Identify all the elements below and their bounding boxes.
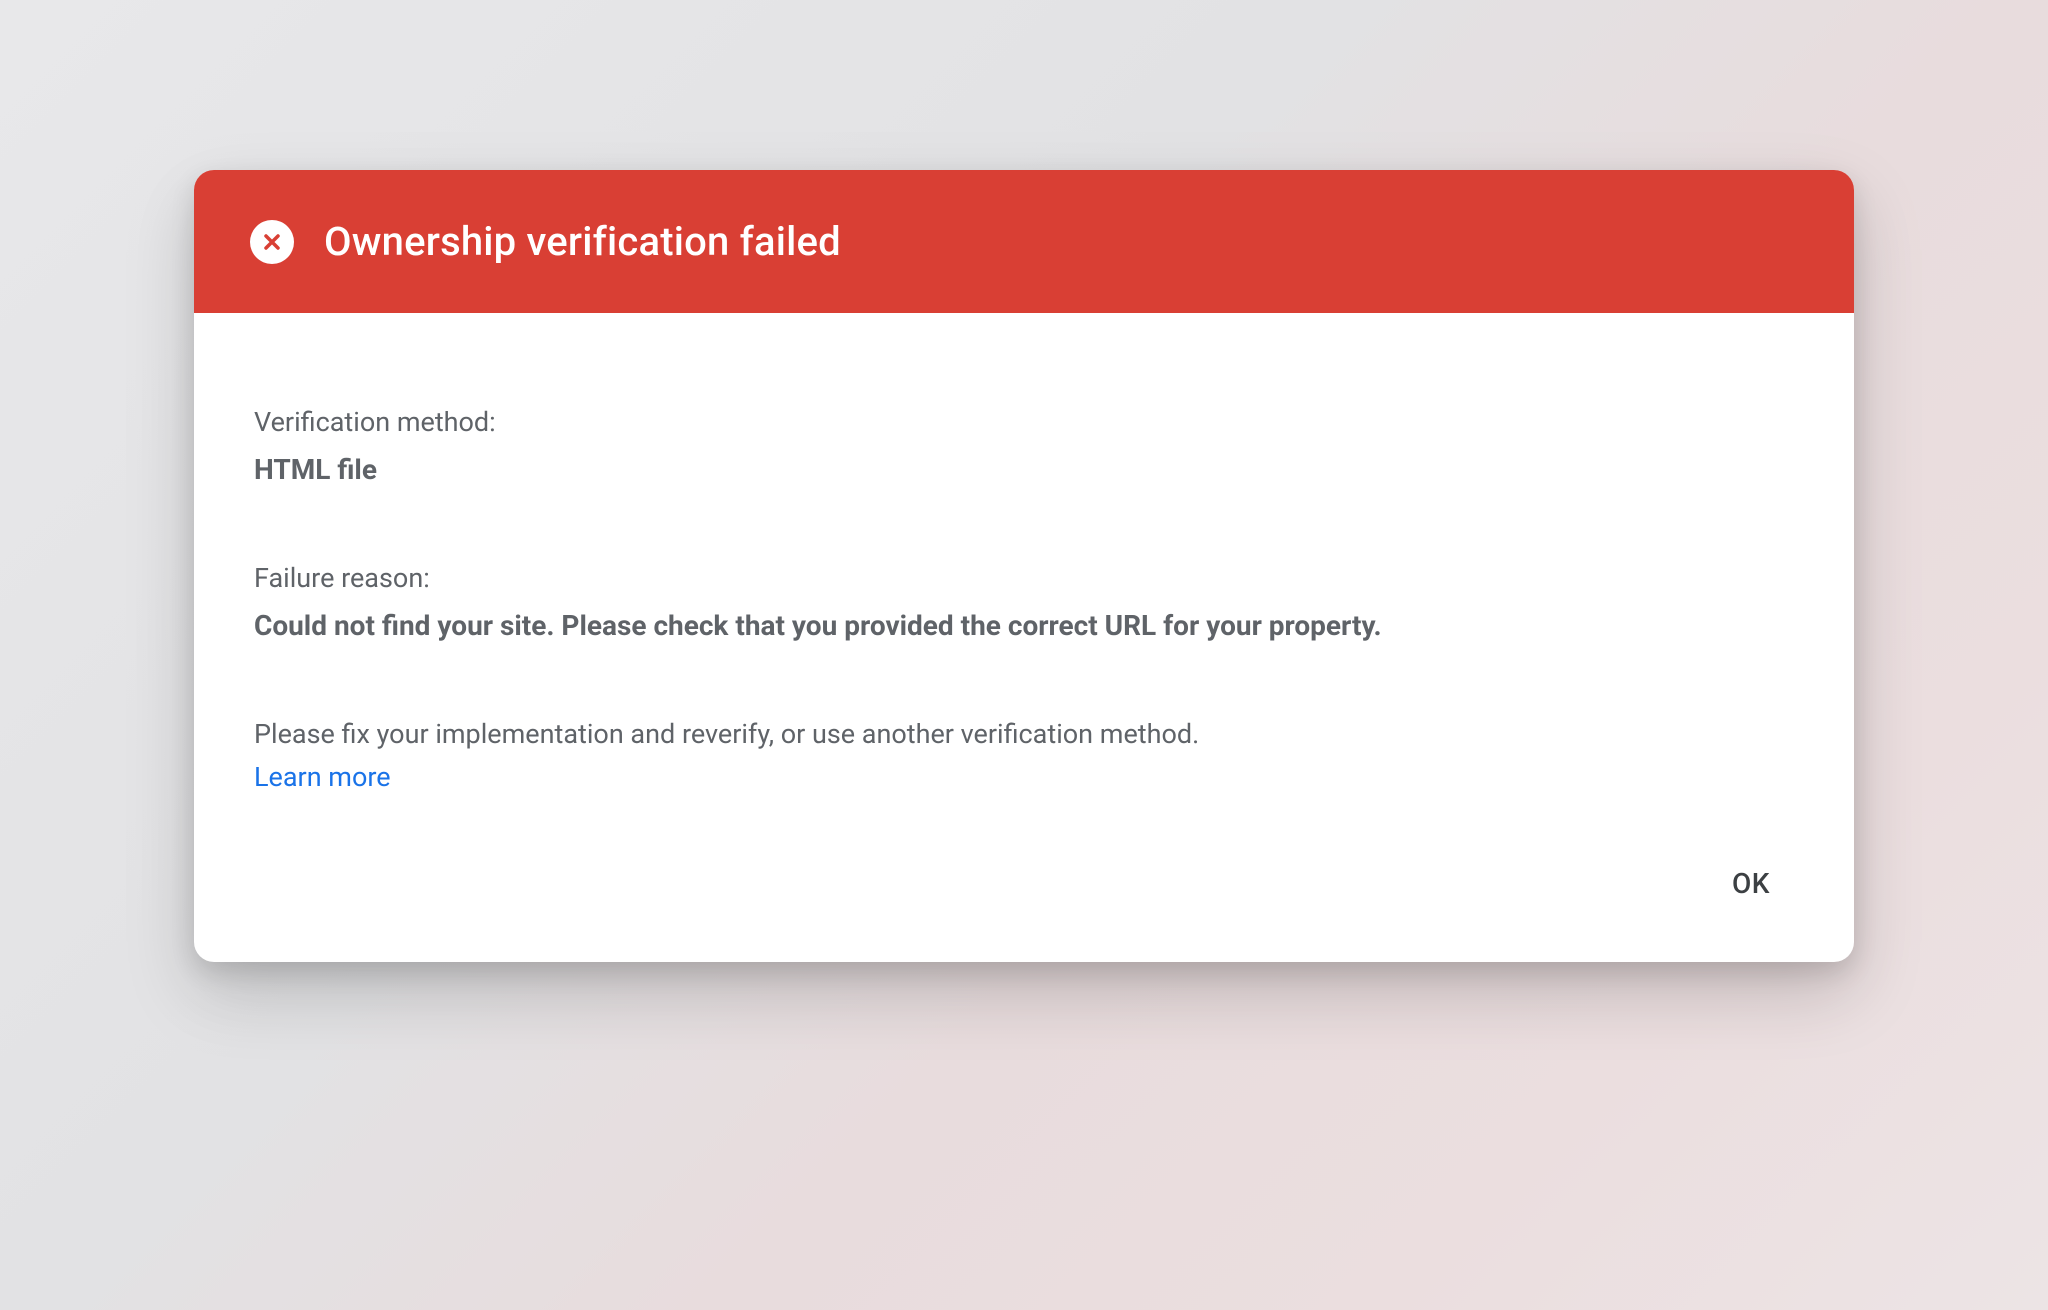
help-text: Please fix your implementation and rever… (254, 714, 1794, 755)
failure-reason-section: Failure reason: Could not find your site… (254, 559, 1794, 647)
verification-failed-dialog: Ownership verification failed Verificati… (194, 170, 1854, 962)
dialog-footer: OK (194, 833, 1854, 962)
verification-method-section: Verification method: HTML file (254, 403, 1794, 491)
ok-button[interactable]: OK (1708, 853, 1794, 914)
error-icon (250, 220, 294, 264)
help-section: Please fix your implementation and rever… (254, 714, 1794, 793)
verification-method-label: Verification method: (254, 403, 1794, 442)
dialog-body: Verification method: HTML file Failure r… (194, 313, 1854, 833)
dialog-title: Ownership verification failed (324, 218, 841, 265)
failure-reason-label: Failure reason: (254, 559, 1794, 598)
learn-more-link[interactable]: Learn more (254, 761, 391, 793)
dialog-header: Ownership verification failed (194, 170, 1854, 313)
verification-method-value: HTML file (254, 450, 1794, 491)
failure-reason-value: Could not find your site. Please check t… (254, 606, 1794, 647)
